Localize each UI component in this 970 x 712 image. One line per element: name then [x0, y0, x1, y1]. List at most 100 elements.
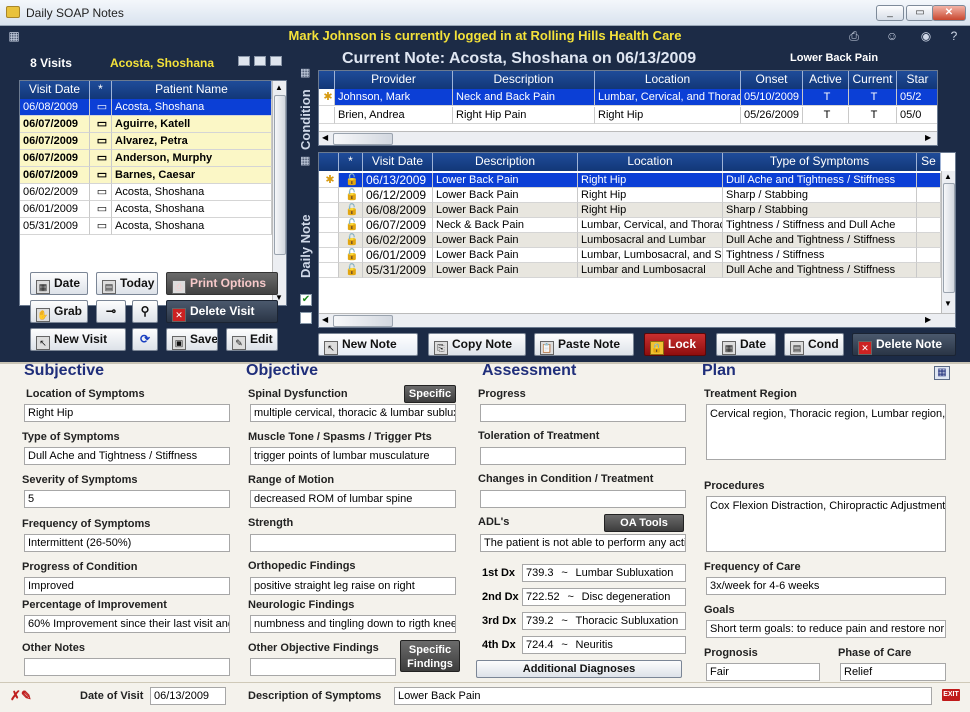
notes-hscroll-thumb[interactable]	[333, 315, 393, 327]
cond-button[interactable]: ▤ Cond	[784, 333, 844, 356]
col-active[interactable]: Active	[803, 71, 849, 89]
specific-button[interactable]: Specific	[404, 385, 456, 403]
condition-hscroll[interactable]: ◀ ▶	[319, 131, 937, 145]
today-button[interactable]: ▤ Today	[96, 272, 158, 295]
condition-icon[interactable]: ▦	[300, 66, 314, 80]
range-of-motion-field[interactable]: decreased ROM of lumbar spine	[250, 490, 456, 508]
close-button[interactable]: ✕	[932, 5, 966, 21]
table-row[interactable]: 06/07/2009 ▭ Alvarez, Petra	[20, 133, 272, 150]
description-of-symptoms-field[interactable]: Lower Back Pain	[394, 687, 932, 705]
table-row[interactable]: 06/07/2009 ▭ Aguirre, Katell	[20, 116, 272, 133]
scroll-right-icon[interactable]: ▶	[925, 133, 931, 142]
progress-field[interactable]	[480, 404, 686, 422]
col-current[interactable]: Current	[849, 71, 897, 89]
additional-diagnoses-button[interactable]: Additional Diagnoses	[476, 660, 682, 678]
note-icon-2[interactable]	[254, 56, 266, 66]
col-location[interactable]: Location	[595, 71, 741, 89]
spinal-dysfunction-field[interactable]: multiple cervical, thoracic & lumbar sub…	[250, 404, 456, 422]
minimize-button[interactable]: _	[876, 5, 904, 21]
scroll-up-icon-2[interactable]: ▲	[944, 172, 952, 181]
note-date-button[interactable]: ▦ Date	[716, 333, 776, 356]
specific-findings-button[interactable]: Specific Findings	[400, 640, 460, 672]
oa-tools-button[interactable]: OA Tools	[604, 514, 684, 532]
scroll-right-icon-2[interactable]: ▶	[925, 315, 931, 324]
progress-of-condition-field[interactable]: Improved	[24, 577, 230, 595]
toleration-field[interactable]	[480, 447, 686, 465]
strength-field[interactable]	[250, 534, 456, 552]
visits-scroll-thumb[interactable]	[274, 95, 286, 255]
col-location-2[interactable]: Location	[578, 153, 723, 171]
checkbox-unchecked[interactable]	[300, 312, 312, 324]
scroll-down-icon-2[interactable]: ▼	[944, 299, 952, 308]
frequency-of-symptoms-field[interactable]: Intermittent (26-50%)	[24, 534, 230, 552]
daily-note-icon[interactable]: ▦	[300, 154, 314, 168]
table-row[interactable]: Brien, Andrea Right Hip Pain Right Hip 05/2…	[319, 107, 937, 124]
col-provider[interactable]: Provider	[335, 71, 453, 89]
paste-note-button[interactable]: 📋 Paste Note	[534, 333, 634, 356]
note-icon[interactable]	[238, 56, 250, 66]
notes-hscroll[interactable]: ◀ ▶	[319, 313, 955, 327]
table-row[interactable]: 06/01/2009 ▭ Acosta, Shoshana	[20, 201, 272, 218]
neurologic-findings-field[interactable]: numbness and tingling down to rigth knee	[250, 615, 456, 633]
printer-icon[interactable]: ⎙	[846, 28, 862, 44]
save-button[interactable]: ▣ Save	[166, 328, 218, 351]
col-description-2[interactable]: Description	[433, 153, 578, 171]
col-onset[interactable]: Onset	[741, 71, 803, 89]
new-note-button[interactable]: ↖ New Note	[318, 333, 418, 356]
delete-note-button[interactable]: ✕ Delete Note	[852, 333, 956, 356]
table-row[interactable]: 06/08/2009 ▭ Acosta, Shoshana	[20, 99, 272, 116]
adl-field[interactable]: The patient is not able to perform any a…	[480, 534, 686, 552]
table-row[interactable]: 06/07/2009 ▭ Barnes, Caesar	[20, 167, 272, 184]
dx-field[interactable]: 739.2 ~ Thoracic Subluxation	[522, 612, 686, 630]
location-of-symptoms-field[interactable]: Right Hip	[24, 404, 230, 422]
table-row[interactable]: 06/07/2009 ▭ Anderson, Murphy	[20, 150, 272, 167]
note-icon-3[interactable]	[270, 56, 282, 66]
table-row[interactable]: ✱ Johnson, Mark Neck and Back Pain Lumbar, …	[319, 89, 937, 106]
dx-field[interactable]: 724.4 ~ Neuritis	[522, 636, 686, 654]
lock-button[interactable]: 🔒 Lock	[644, 333, 706, 356]
percentage-improvement-field[interactable]: 60% Improvement since their last visit a…	[24, 615, 230, 633]
scroll-left-icon[interactable]: ◀	[322, 133, 328, 142]
goals-field[interactable]: Short term goals: to reduce pain and res…	[706, 620, 946, 638]
grab-button[interactable]: ✋ Grab	[30, 300, 88, 323]
edit-cancel-icon[interactable]: ✗✎	[10, 688, 32, 704]
date-of-visit-field[interactable]: 06/13/2009	[150, 687, 226, 705]
col-visit-date[interactable]: Visit Date	[20, 81, 90, 99]
other-notes-field[interactable]	[24, 658, 230, 676]
notes-vscroll[interactable]: ▲ ▼	[941, 171, 955, 313]
col-star[interactable]: *	[90, 81, 112, 99]
col-start[interactable]: Star	[897, 71, 937, 89]
globe-icon[interactable]: ◉	[918, 28, 934, 44]
condition-hscroll-thumb[interactable]	[333, 133, 393, 145]
col-type-of-symptoms[interactable]: Type of Symptoms	[723, 153, 917, 171]
col-patient-name[interactable]: Patient Name	[112, 81, 272, 99]
severity-field[interactable]: 5	[24, 490, 230, 508]
pin-left-button[interactable]: ⊸	[96, 300, 126, 323]
print-options-button[interactable]: ⎙ Print Options	[166, 272, 278, 295]
users-icon[interactable]: ☺	[884, 28, 900, 44]
table-row[interactable]: 🔓 05/31/2009 Lower Back Pain Lumbar and Lum…	[319, 263, 941, 280]
pin-button[interactable]: ⚲	[132, 300, 158, 323]
notes-vscroll-thumb[interactable]	[943, 183, 955, 293]
dx-field[interactable]: 722.52 ~ Disc degeneration	[522, 588, 686, 606]
delete-visit-button[interactable]: ✕ Delete Visit	[166, 300, 278, 323]
exit-button[interactable]: EXIT	[942, 689, 960, 701]
new-visit-button[interactable]: ↖ New Visit	[30, 328, 126, 351]
refresh-button[interactable]: ⟳	[132, 328, 158, 351]
other-objective-field[interactable]	[250, 658, 396, 676]
type-of-symptoms-field[interactable]: Dull Ache and Tightness / Stiffness	[24, 447, 230, 465]
maximize-button[interactable]: ▭	[906, 5, 934, 21]
dx-field[interactable]: 739.3 ~ Lumbar Subluxation	[522, 564, 686, 582]
frequency-of-care-field[interactable]: 3x/week for 4-6 weeks	[706, 577, 946, 595]
copy-note-button[interactable]: ⎘ Copy Note	[428, 333, 526, 356]
treatment-region-field[interactable]: Cervical region, Thoracic region, Lumbar…	[706, 404, 946, 460]
orthopedic-findings-field[interactable]: positive straight leg raise on right	[250, 577, 456, 595]
help-icon[interactable]: ?	[946, 28, 962, 44]
col-visit-date-2[interactable]: Visit Date	[363, 153, 433, 171]
prognosis-field[interactable]: Fair	[706, 663, 820, 681]
table-row[interactable]: 05/31/2009 ▭ Acosta, Shoshana	[20, 218, 272, 235]
grid-settings-icon[interactable]: ▦	[934, 366, 950, 380]
changes-field[interactable]	[480, 490, 686, 508]
col-description[interactable]: Description	[453, 71, 595, 89]
table-row[interactable]: 06/02/2009 ▭ Acosta, Shoshana	[20, 184, 272, 201]
